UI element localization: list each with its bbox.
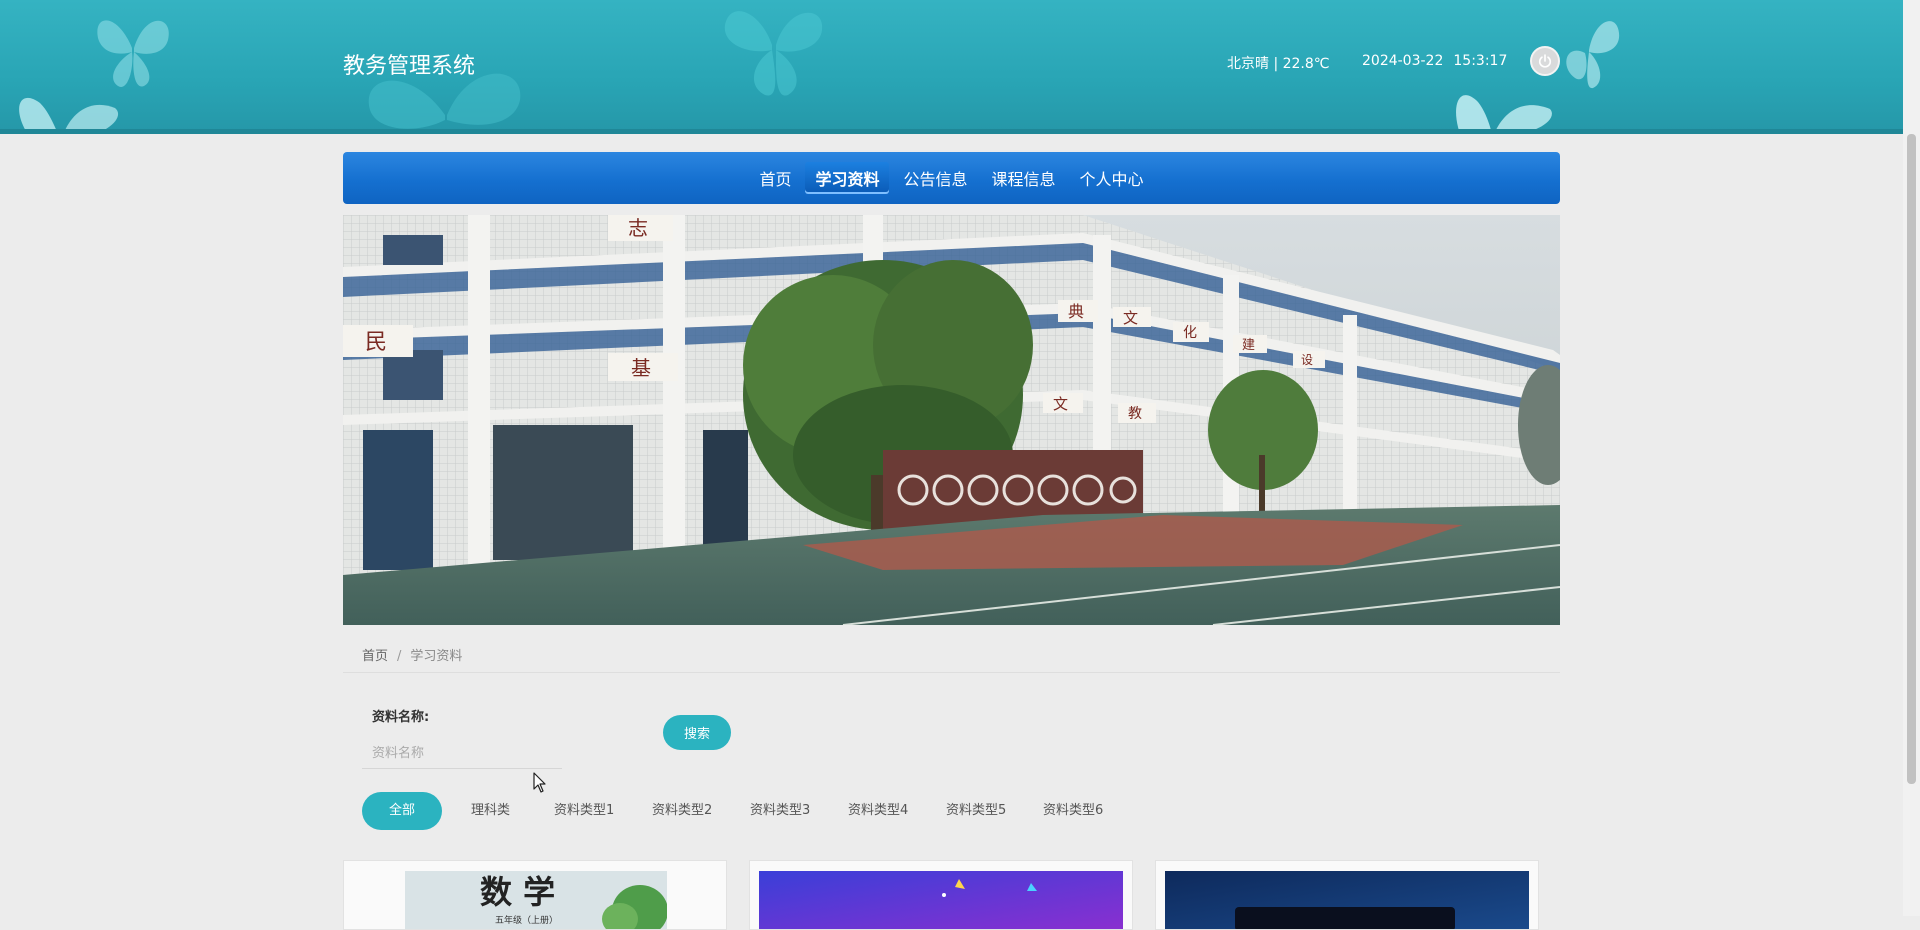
- category-type-3[interactable]: 资料类型3: [750, 792, 810, 830]
- material-card[interactable]: [1155, 860, 1539, 930]
- butterfly-decoration-icon: [19, 98, 119, 134]
- butterfly-decoration-icon: [1456, 95, 1552, 134]
- mouse-cursor-icon: [533, 772, 546, 793]
- cover-title: 数 学: [480, 873, 555, 911]
- banner-sign-char: 基: [631, 356, 651, 380]
- banner-sign-char: 文: [1123, 309, 1138, 327]
- banner-carousel[interactable]: 民 志 典 文 化 建 设 基 文 教 学: [343, 215, 1560, 625]
- nav-item-study-materials[interactable]: 学习资料: [805, 162, 890, 194]
- material-cover-image: [1165, 871, 1529, 929]
- breadcrumb: 首页 / 学习资料: [343, 640, 1560, 673]
- page-scrollbar[interactable]: [1903, 0, 1920, 916]
- main-nav: 首页 学习资料 公告信息 课程信息 个人中心: [343, 152, 1560, 204]
- category-type-6[interactable]: 资料类型6: [1043, 792, 1103, 830]
- search-label: 资料名称:: [372, 710, 430, 725]
- nav-item-home[interactable]: 首页: [749, 162, 801, 194]
- category-type-4[interactable]: 资料类型4: [848, 792, 908, 830]
- scrollbar-thumb[interactable]: [1907, 134, 1916, 784]
- nav-item-profile[interactable]: 个人中心: [1070, 162, 1154, 194]
- category-all[interactable]: 全部: [362, 792, 442, 830]
- date-text: 2024-03-22: [1362, 53, 1444, 69]
- banner-sign-char: 典: [1068, 302, 1084, 321]
- material-cover-image: [759, 871, 1123, 929]
- banner-sign-char: 文: [1053, 395, 1068, 413]
- banner-sign-char: 建: [1242, 338, 1255, 353]
- search-button[interactable]: 搜索: [663, 715, 731, 750]
- page-header: 教务管理系统 北京晴 | 22.8℃ 2024-03-22 15:3:17: [0, 0, 1903, 134]
- category-type-5[interactable]: 资料类型5: [946, 792, 1006, 830]
- material-card[interactable]: 数 学 五年级（上册）: [343, 860, 727, 930]
- butterfly-decoration-icon: [724, 11, 823, 96]
- header-bottom-stripe: [0, 129, 1903, 134]
- category-type-2[interactable]: 资料类型2: [652, 792, 712, 830]
- search-input[interactable]: [362, 739, 562, 769]
- banner-sign-char: 设: [1301, 353, 1313, 367]
- time-text: 15:3:17: [1453, 53, 1508, 69]
- banner-image: 民 志 典 文 化 建 设 基 文 教 学: [343, 215, 1560, 625]
- breadcrumb-current: 学习资料: [410, 649, 463, 664]
- material-card[interactable]: [749, 860, 1133, 930]
- nav-item-announcements[interactable]: 公告信息: [893, 162, 977, 194]
- nav-item-courses[interactable]: 课程信息: [982, 162, 1066, 194]
- breadcrumb-home[interactable]: 首页: [362, 649, 388, 664]
- category-science[interactable]: 理科类: [471, 792, 510, 830]
- butterfly-decoration-icon: [1566, 21, 1620, 89]
- banner-sign-char: 志: [628, 216, 648, 240]
- logout-button[interactable]: [1530, 46, 1560, 76]
- butterfly-decoration-icon: [97, 20, 169, 87]
- banner-sign-char: 教: [1128, 406, 1142, 422]
- banner-sign-char: 化: [1183, 325, 1197, 341]
- weather-readout: 北京晴 | 22.8℃: [1227, 56, 1330, 72]
- breadcrumb-separator: /: [397, 649, 402, 664]
- banner-sign-char: 民: [365, 330, 387, 355]
- power-icon: [1538, 54, 1552, 68]
- datetime-readout: 2024-03-22 15:3:17: [1362, 53, 1507, 69]
- category-type-1[interactable]: 资料类型1: [554, 792, 614, 830]
- material-cover-image: 数 学 五年级（上册）: [405, 871, 667, 929]
- app-title: 教务管理系统: [343, 54, 476, 79]
